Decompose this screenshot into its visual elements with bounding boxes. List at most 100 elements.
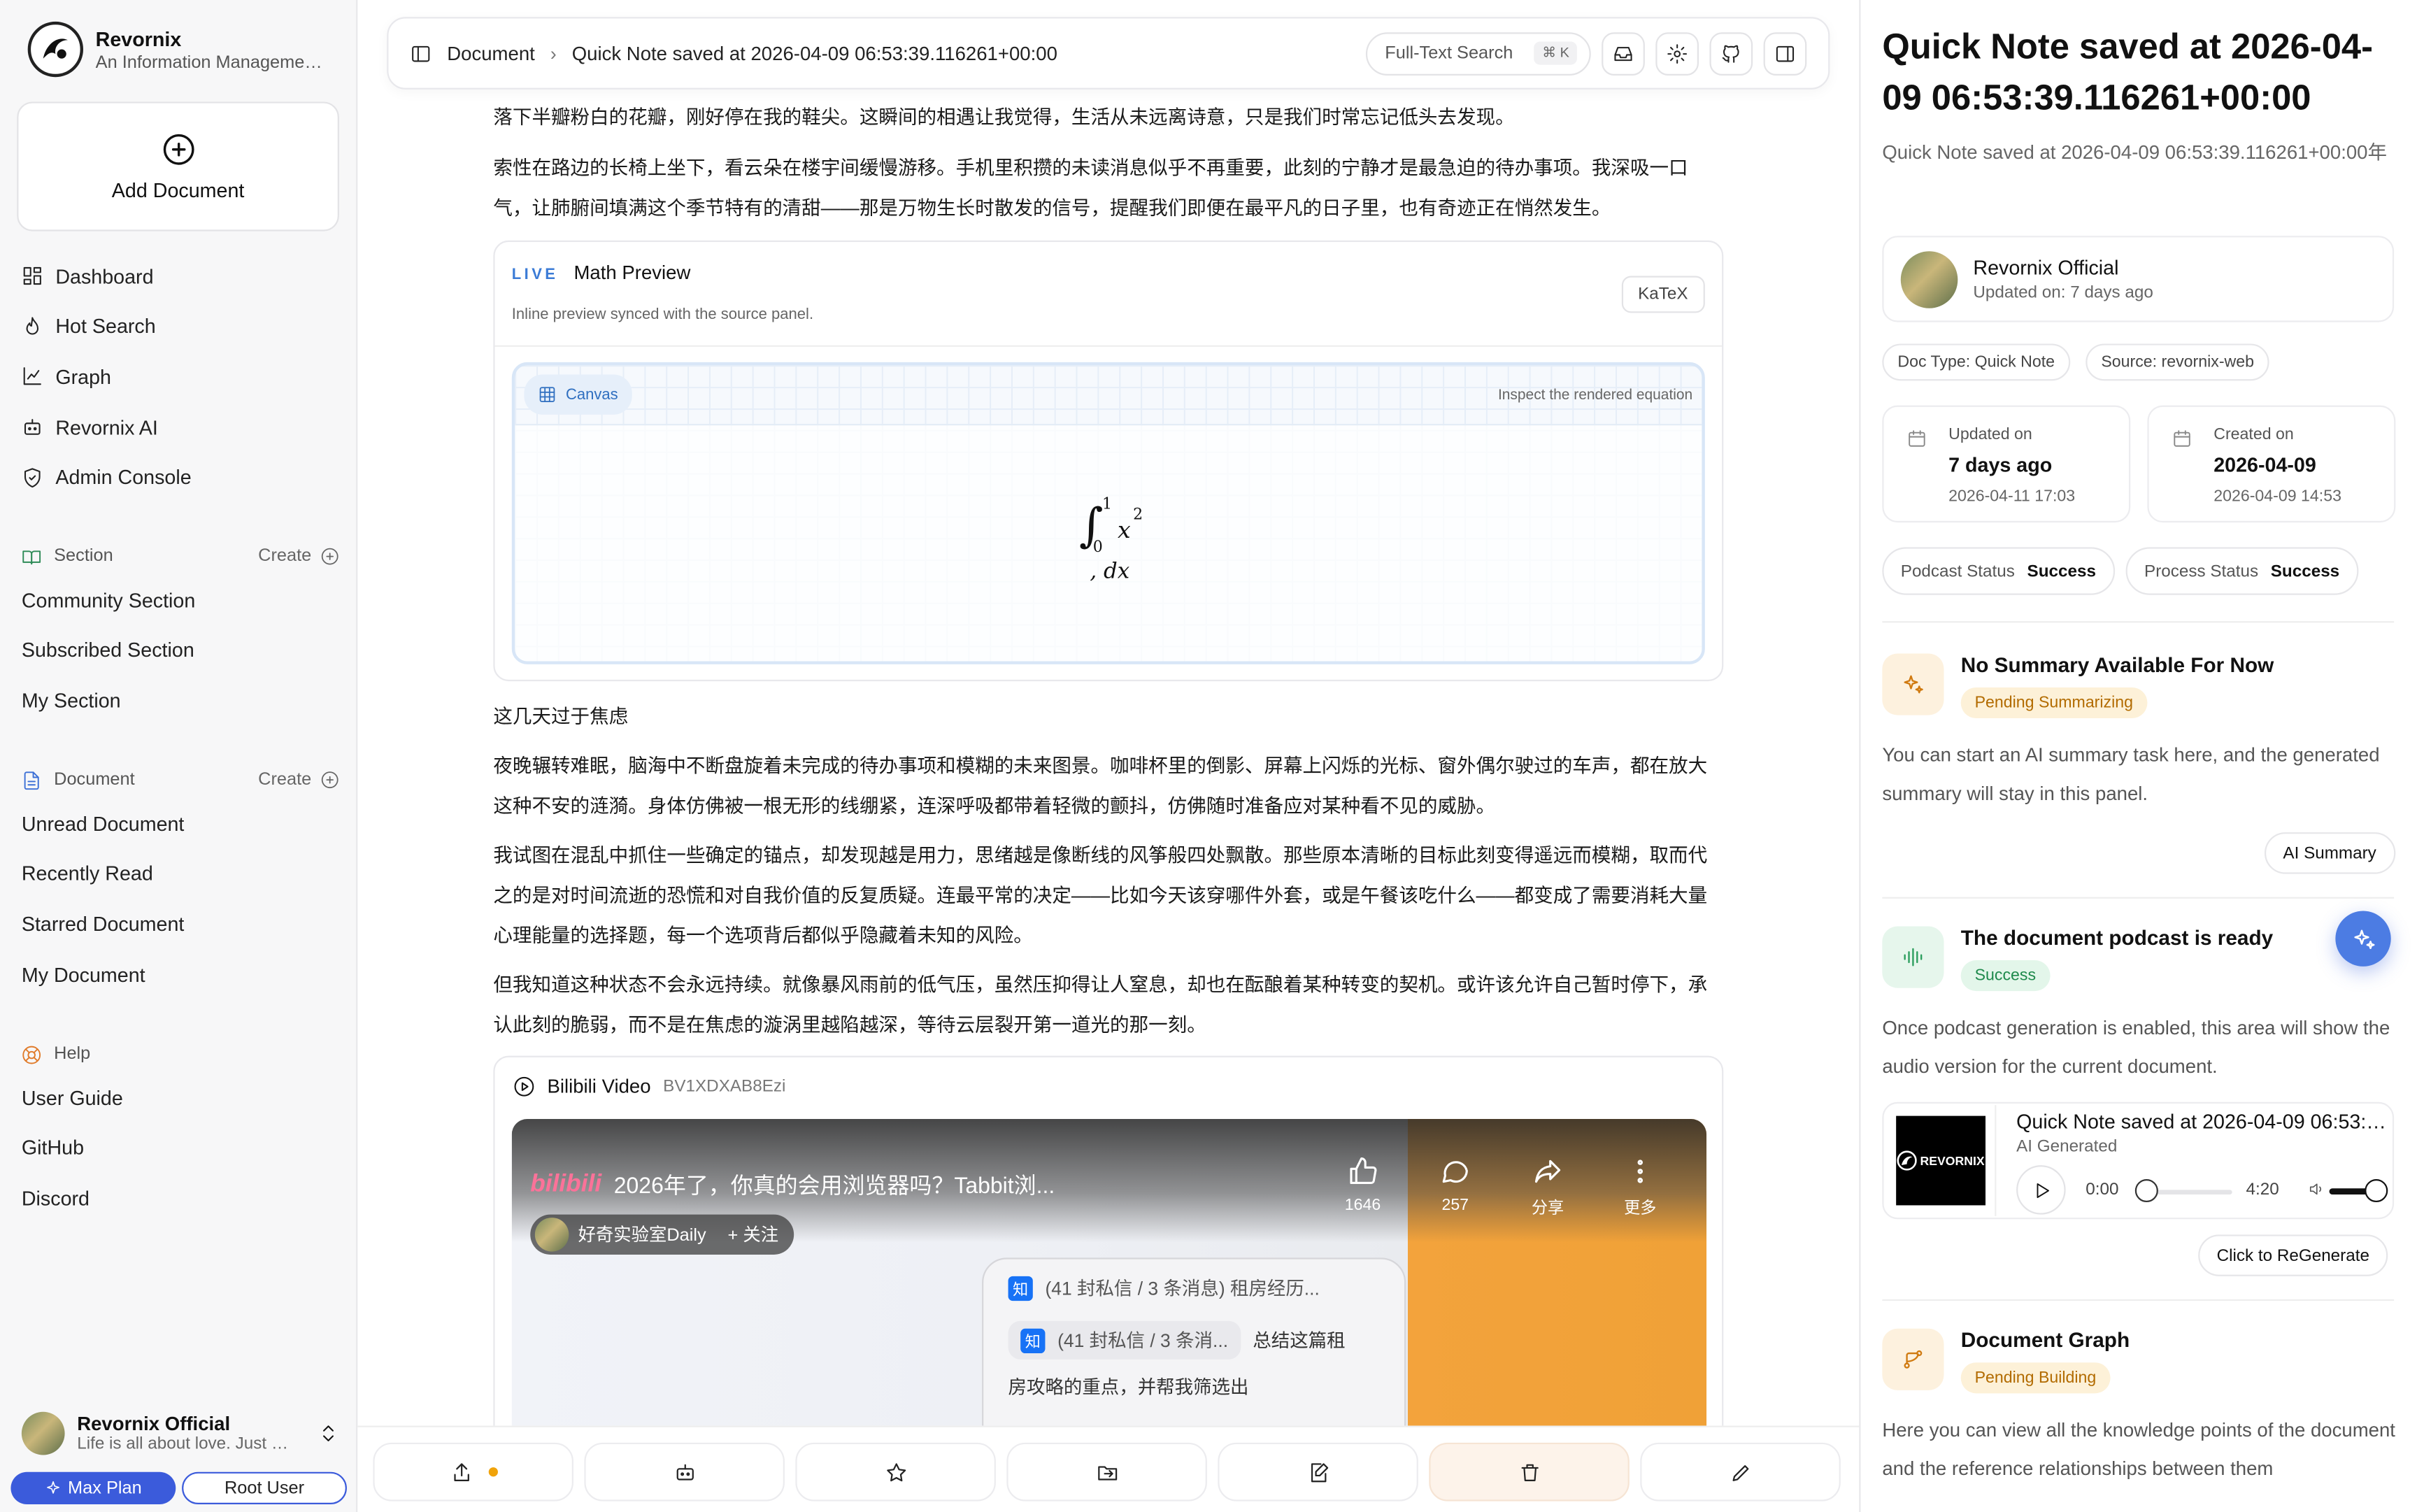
- top-bar: Document › Quick Note saved at 2026-04-0…: [387, 17, 1830, 90]
- more-vertical-icon: [1637, 1160, 1644, 1183]
- nav-label: Revornix AI: [55, 415, 158, 439]
- star-button[interactable]: [795, 1442, 996, 1502]
- move-button[interactable]: [1006, 1442, 1207, 1502]
- sidebar-item-starred-document[interactable]: Starred Document: [22, 899, 339, 949]
- create-label: Create: [258, 547, 312, 566]
- video-label: Bilibili Video: [547, 1076, 651, 1098]
- nav-label: Dashboard: [55, 264, 154, 288]
- integrand: x: [1118, 516, 1131, 544]
- audio-title: Quick Note saved at 2026-04-09 06:53:39.…: [2016, 1109, 2389, 1133]
- create-label: Create: [258, 770, 312, 790]
- divider: [1882, 1299, 2395, 1301]
- podcast-text: Once podcast generation is enabled, this…: [1882, 1017, 2390, 1078]
- nav-hot-search[interactable]: Hot Search: [22, 301, 339, 352]
- updated-on-card: Updated on 7 days ago 2026-04-11 17:03: [1882, 405, 2131, 523]
- star-icon: [886, 1462, 906, 1481]
- math-preview-title: Math Preview: [573, 262, 691, 284]
- more-button[interactable]: 更多: [1617, 1156, 1663, 1219]
- follow-button[interactable]: + 关注: [728, 1222, 779, 1247]
- notification-dot: [487, 1467, 497, 1477]
- video-title[interactable]: 2026年了，你真的会用浏览器吗？Tabbit浏...: [614, 1169, 1055, 1201]
- search-shortcut: ⌘ K: [1534, 41, 1577, 65]
- sidebar-item-discord[interactable]: Discord: [22, 1174, 339, 1224]
- video-author-chip[interactable]: 好奇实验室Daily + 关注: [530, 1214, 794, 1255]
- regenerate-podcast-button[interactable]: Click to ReGenerate: [2198, 1234, 2388, 1276]
- sparkle-icon: [1882, 653, 1944, 715]
- ai-assistant-button[interactable]: [2335, 911, 2391, 967]
- plus-circle-icon: [321, 548, 338, 565]
- sidebar-item-user-guide[interactable]: User Guide: [22, 1073, 339, 1123]
- file-text-icon: [24, 771, 39, 790]
- sidebar-item-github[interactable]: GitHub: [22, 1123, 339, 1174]
- note-button[interactable]: [1218, 1442, 1418, 1502]
- author-card[interactable]: Revornix Official Updated on: 7 days ago: [1882, 236, 2395, 322]
- nav-revornix-ai[interactable]: Revornix AI: [22, 402, 339, 452]
- podcast-status-badge: Success: [1960, 960, 2050, 992]
- avatar: [534, 1218, 569, 1252]
- ai-button[interactable]: [584, 1442, 785, 1502]
- inbox-button[interactable]: [1602, 31, 1645, 75]
- ai-summary-button[interactable]: AI Summary: [2264, 832, 2395, 874]
- exponent: 2: [1133, 507, 1143, 525]
- full-text-search-button[interactable]: Full-Text Search ⌘ K: [1366, 31, 1591, 75]
- pencil-icon: [1732, 1464, 1748, 1481]
- document-action-bar: [357, 1425, 1860, 1512]
- audio-progress-handle[interactable]: [2134, 1178, 2158, 1203]
- sidebar-item-subscribed-section[interactable]: Subscribed Section: [22, 625, 339, 676]
- search-label: Full-Text Search: [1385, 43, 1513, 63]
- volume-icon[interactable]: [2308, 1181, 2325, 1197]
- right-panel-toggle-button[interactable]: [1763, 31, 1807, 75]
- avatar: [1900, 250, 1958, 308]
- sidebar: Revornix An Information Management Platf…: [0, 0, 358, 1512]
- add-document-button[interactable]: Add Document: [17, 101, 339, 231]
- settings-button[interactable]: [1655, 31, 1699, 75]
- revornix-logo-icon: REVORNIX: [1895, 1115, 1985, 1206]
- play-button[interactable]: [2016, 1165, 2066, 1215]
- comment-button[interactable]: 257: [1432, 1156, 1478, 1219]
- like-button[interactable]: 1646: [1339, 1156, 1385, 1219]
- equation-canvas[interactable]: Canvas Inspect the rendered equation ∫ 1…: [511, 362, 1705, 664]
- video-author: 好奇实验室Daily: [578, 1227, 706, 1246]
- create-document-button[interactable]: Create: [258, 771, 339, 789]
- sidebar-item-recently-read[interactable]: Recently Read: [22, 848, 339, 899]
- create-section-button[interactable]: Create: [258, 547, 339, 566]
- divider: [494, 345, 1723, 347]
- frame-text: 房攻略的重点，并帮我筛选出: [1008, 1376, 1249, 1398]
- canvas-tab[interactable]: Canvas: [524, 374, 632, 415]
- sidebar-item-community-section[interactable]: Community Section: [22, 575, 339, 625]
- sidebar-toggle-icon[interactable]: [410, 43, 432, 64]
- lifebuoy-icon: [22, 1045, 41, 1064]
- sidebar-item-my-section[interactable]: My Section: [22, 676, 339, 726]
- plan-row: Max Plan Root User: [10, 1471, 347, 1505]
- summary-text: You can start an AI summary task here, a…: [1882, 744, 2380, 805]
- document-description: Quick Note saved at 2026-04-09 06:53:39.…: [1882, 141, 2388, 164]
- nav-admin-console[interactable]: Admin Console: [22, 452, 339, 503]
- sidebar-item-unread-document[interactable]: Unread Document: [22, 799, 339, 849]
- section-heading: 这几天过于焦虑: [493, 706, 629, 728]
- podcast-status-badge: Podcast Status Success: [1882, 547, 2115, 595]
- breadcrumb-document[interactable]: Document: [447, 43, 535, 64]
- max-plan-button[interactable]: Max Plan: [10, 1471, 176, 1505]
- brand[interactable]: Revornix An Information Management Platf…: [27, 21, 330, 78]
- sidebar-item-my-document[interactable]: My Document: [22, 949, 339, 999]
- edit-button[interactable]: [1640, 1442, 1841, 1502]
- user-menu[interactable]: Revornix Official Life is all about love…: [21, 1411, 339, 1455]
- share-button[interactable]: [373, 1442, 573, 1502]
- math-preview-card: LIVE Math Preview Inline preview synced …: [493, 240, 1724, 682]
- canvas-body: ∫ 1 0 x 2 , dx: [515, 424, 1702, 662]
- share-video-button[interactable]: 分享: [1525, 1156, 1571, 1219]
- audio-progress-track[interactable]: [2146, 1190, 2232, 1195]
- nav-dashboard[interactable]: Dashboard: [22, 251, 339, 301]
- root-user-button[interactable]: Root User: [182, 1471, 347, 1505]
- paragraph: 但我知道这种状态不会永远持续。就像暴风雨前的低气压，虽然压抑得让人窒息，却也在酝…: [493, 973, 1708, 1036]
- video-player[interactable]: 知 (41 封私信 / 3 条消息) 租房经历... 知 (41 封私信 / 3…: [511, 1119, 1707, 1455]
- folder-icon: [1097, 1465, 1117, 1480]
- volume-handle[interactable]: [2365, 1178, 2388, 1203]
- note-edit-icon: [1310, 1462, 1328, 1482]
- nav-graph[interactable]: Graph: [22, 352, 339, 402]
- delete-button[interactable]: [1429, 1442, 1630, 1502]
- created-value: 2026-04-09: [2213, 452, 2316, 477]
- updated-time: 2026-04-11 17:03: [1948, 487, 2076, 506]
- github-button[interactable]: [1709, 31, 1753, 75]
- github-icon: [1722, 44, 1739, 62]
